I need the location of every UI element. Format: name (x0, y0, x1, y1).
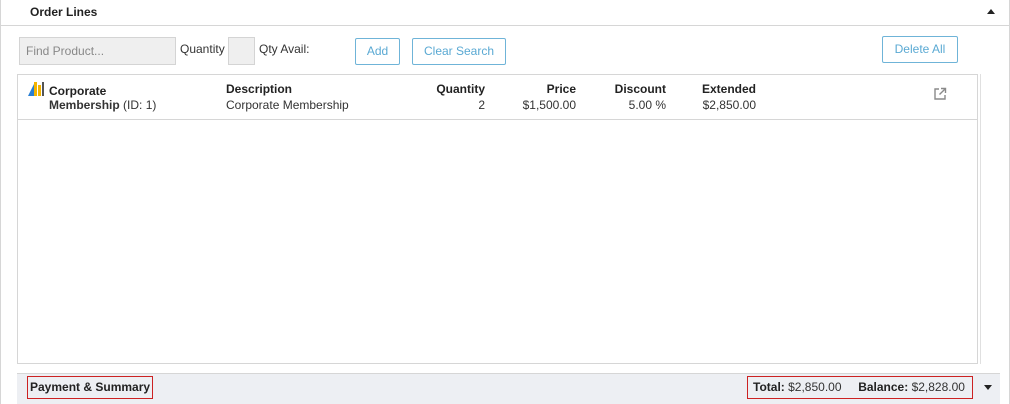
delete-all-button[interactable]: Delete All (882, 36, 958, 63)
product-name-text: Membership (49, 98, 120, 112)
product-name-line2: Membership (ID: 1) (49, 97, 156, 113)
quantity-header: Quantity (436, 82, 485, 96)
order-lines-header[interactable]: Order Lines (1, 0, 1009, 26)
balance-value: $2,828.00 (911, 380, 965, 394)
total-label: Total: (753, 380, 785, 394)
discount-header: Discount (614, 82, 666, 96)
quantity-input[interactable] (228, 37, 255, 65)
product-type-icon (28, 82, 44, 96)
order-lines-panel: Order Lines Quantity Qty Avail: Add Clea… (0, 0, 1010, 404)
order-lines-toolbar: Quantity Qty Avail: Add Clear Search Del… (1, 27, 1009, 73)
extended-value: $2,850.00 (702, 98, 756, 112)
order-line-row[interactable]: Corporate Membership (ID: 1) Description… (18, 75, 977, 120)
discount-value: 5.00 % (628, 98, 666, 112)
description-value: Corporate Membership (226, 98, 349, 112)
total-value: $2,850.00 (788, 380, 842, 394)
totals-summary: Total: $2,850.00 Balance: $2,828.00 (747, 376, 973, 399)
payment-summary-title: Payment & Summary (27, 376, 154, 399)
price-value: $1,500.00 (522, 98, 576, 112)
clear-search-button[interactable]: Clear Search (412, 38, 506, 65)
external-link-icon[interactable] (933, 87, 947, 101)
description-header: Description (226, 82, 293, 96)
caret-up-icon[interactable] (987, 9, 995, 14)
quantity-value: 2 (478, 98, 485, 112)
quantity-label: Quantity (180, 42, 225, 56)
section-title: Order Lines (30, 5, 98, 19)
product-id: (ID: 1) (123, 98, 157, 112)
payment-summary-bar[interactable]: Payment & Summary Total: $2,850.00 Balan… (17, 373, 1000, 404)
add-button[interactable]: Add (355, 38, 400, 65)
grid-scrollbar[interactable] (980, 74, 998, 364)
extended-header: Extended (701, 82, 756, 96)
find-product-input[interactable] (19, 37, 176, 65)
price-header: Price (546, 82, 576, 96)
caret-down-icon[interactable] (984, 385, 992, 390)
qty-avail-label: Qty Avail: (259, 42, 310, 56)
balance-label: Balance: (858, 380, 909, 394)
order-lines-grid: Corporate Membership (ID: 1) Description… (17, 74, 978, 364)
